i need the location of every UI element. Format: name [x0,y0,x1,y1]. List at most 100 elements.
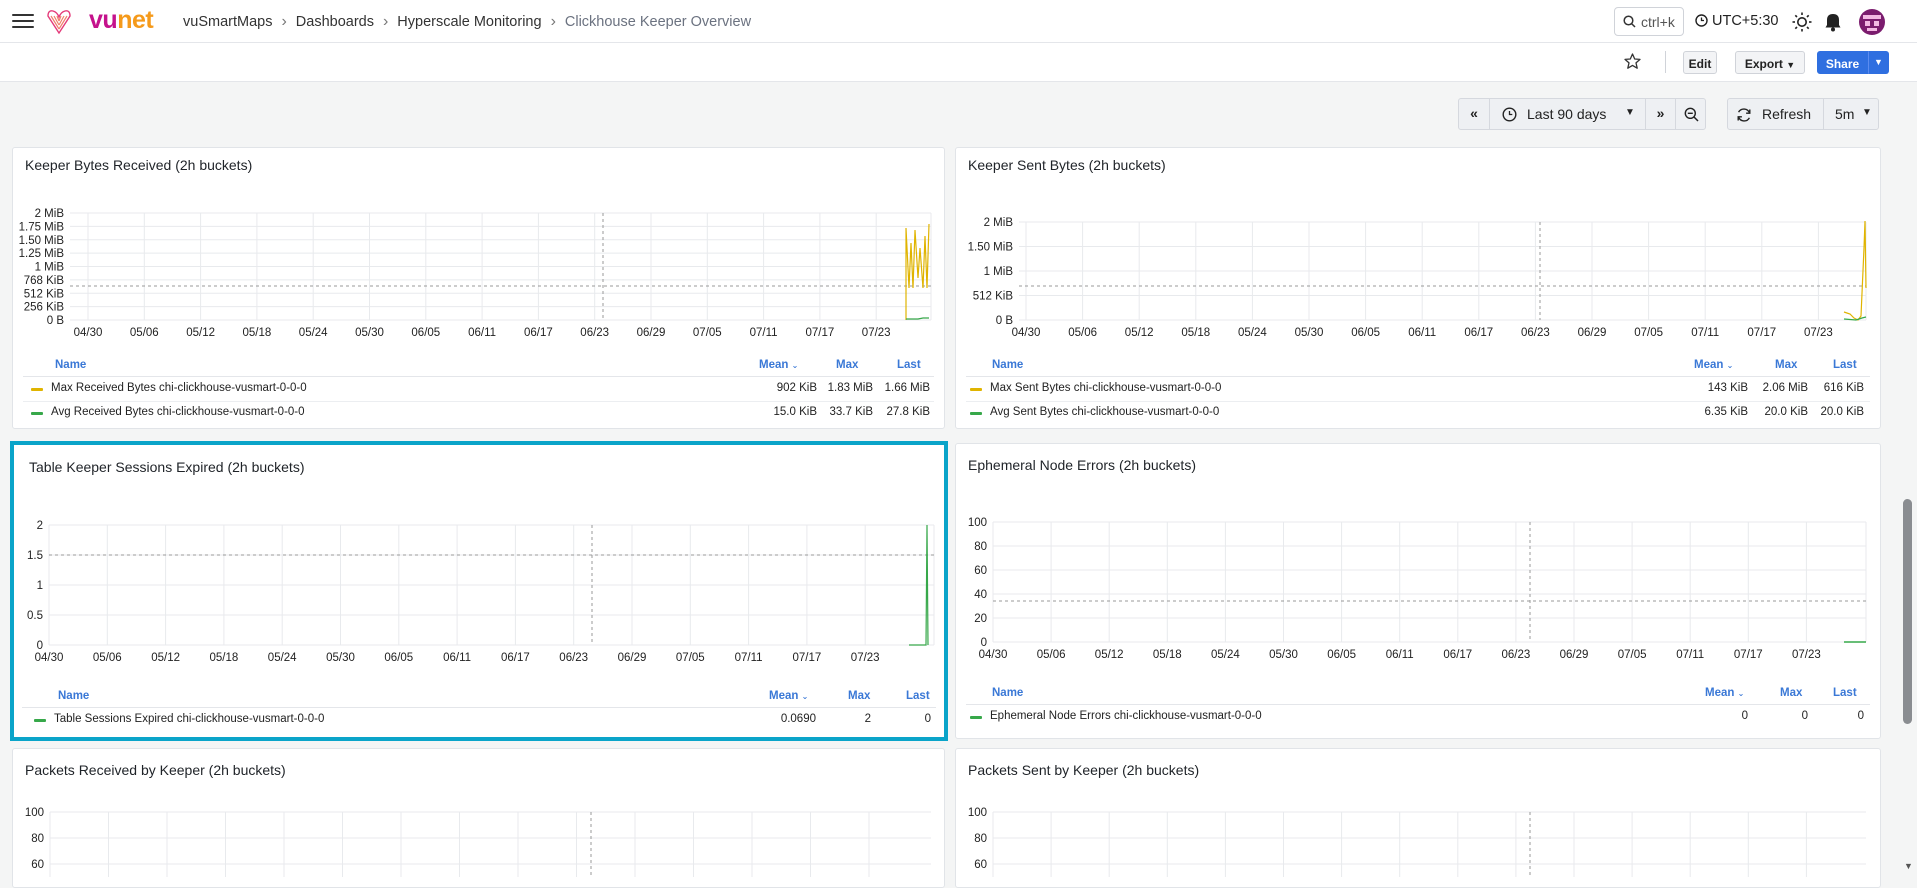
legend-header-last[interactable]: Last [1833,687,1857,699]
panel-keeper-sent-bytes: Keeper Sent Bytes (2h buckets) 2 MiB 1.50… [955,147,1881,429]
x-tick-label: 05/06 [1037,649,1066,661]
series-mean: 15.0 KiB [773,406,817,418]
brand-name: vunet [89,6,154,34]
search-button[interactable]: ctrl+k [1614,7,1684,36]
legend-header-mean[interactable]: Mean ⌄ [769,690,808,702]
y-tick-label: 0 [981,637,987,649]
x-tick-label: 06/11 [468,327,496,339]
refresh-interval-select[interactable]: 5m ▼ [1823,98,1879,130]
y-tick-label: 256 KiB [24,302,65,314]
legend-header-max[interactable]: Max [848,690,870,702]
legend-header-mean[interactable]: Mean ⌄ [759,359,798,371]
legend-header-name[interactable]: Name [55,359,86,371]
edit-button[interactable]: Edit [1683,51,1717,74]
series-mean: 902 KiB [776,382,817,394]
x-tick-label: 06/29 [1578,327,1607,339]
series-max: 2.06 MiB [1762,382,1808,394]
time-range-label: Last 90 days [1527,106,1607,122]
legend-header-last[interactable]: Last [897,359,921,371]
x-tick-label: 06/05 [384,652,413,664]
clock-icon [1695,14,1708,27]
y-tick-label: 100 [968,517,987,529]
theme-sun-icon[interactable] [1792,12,1812,32]
series-name: Avg Sent Bytes chi-clickhouse-vusmart-0-… [990,406,1220,418]
x-tick-label: 05/30 [1269,649,1298,661]
y-tick-label: 1.75 MiB [19,221,65,233]
legend-header-max[interactable]: Max [1780,687,1802,699]
refresh-icon [1737,108,1751,122]
x-tick-label: 07/05 [676,652,705,664]
refresh-button[interactable]: Refresh [1727,98,1824,130]
x-tick-label: 07/05 [1634,327,1663,339]
notification-bell-icon[interactable] [1824,12,1842,32]
panel-ephemeral-node-errors: Ephemeral Node Errors (2h buckets) 100 80… [955,443,1881,739]
legend-header-max[interactable]: Max [1775,359,1797,371]
export-button[interactable]: Export ▼ [1735,51,1805,74]
zoom-out-button[interactable] [1675,98,1706,130]
x-tick-label: 07/11 [750,327,778,339]
legend-header-max[interactable]: Max [836,359,858,371]
top-navbar: vunet vuSmartMaps › Dashboards › Hyperscale … [0,0,1917,43]
star-favorite-icon[interactable] [1624,53,1641,70]
y-tick-label: 40 [974,589,987,601]
legend-header-name[interactable]: Name [58,690,89,702]
chart-ephemeral-node-errors: 100 80 60 40 20 004/30 05/06 05/12 05/18 05/24 05/… [968,517,1867,661]
x-tick-label: 07/17 [793,652,822,664]
sort-chevron-down-icon: ⌄ [791,361,799,370]
legend-divider [23,401,934,402]
y-tick-label: 20 [974,613,987,625]
scroll-down-chevron-icon[interactable]: ▼ [1904,861,1913,871]
x-tick-label: 05/24 [299,327,328,339]
legend-header-last[interactable]: Last [906,690,930,702]
y-tick-label: 1.25 MiB [19,248,65,260]
y-tick-label: 768 KiB [24,275,65,287]
legend-header-mean[interactable]: Mean ⌄ [1705,687,1744,699]
panel-title: Packets Received by Keeper (2h buckets) [25,762,286,778]
hamburger-menu-icon[interactable] [12,14,34,28]
user-avatar[interactable] [1859,9,1885,35]
y-tick-label: 60 [974,859,987,871]
panel-table-keeper-sessions-expired[interactable]: Table Keeper Sessions Expired (2h bucket… [10,441,948,741]
x-tick-label: 06/05 [1327,649,1356,661]
legend-header-mean[interactable]: Mean ⌄ [1694,359,1733,371]
breadcrumb-separator: › [281,13,287,30]
series-name: Max Sent Bytes chi-clickhouse-vusmart-0-… [990,382,1222,394]
y-tick-label: 0 B [996,315,1014,327]
breadcrumb-hyperscale-monitoring[interactable]: Hyperscale Monitoring [397,14,541,30]
y-tick-label: 1.50 MiB [968,242,1014,254]
breadcrumb-vusmartmaps[interactable]: vuSmartMaps [183,14,272,30]
series-swatch [34,719,46,722]
chart-table-keeper-sessions-expired: 2 1.5 1 0.5 004/30 05/06 05/12 05/18 05/24 05/30 0… [27,520,935,664]
chevron-down-icon: ▼ [1862,107,1872,118]
breadcrumb-dashboards[interactable]: Dashboards [296,14,374,30]
legend-header-last[interactable]: Last [1833,359,1857,371]
page-scrollbar[interactable] [1903,499,1912,724]
x-tick-label: 07/05 [693,327,722,339]
time-range-picker[interactable]: Last 90 days ▼ [1489,98,1646,130]
legend-header-name[interactable]: Name [992,687,1023,699]
y-tick-label: 2 MiB [984,217,1014,229]
share-button[interactable]: Share [1817,51,1868,74]
y-tick-label: 0 B [47,315,65,327]
series-max: 1.83 MiB [827,382,873,394]
time-forward-double-chevron-icon[interactable]: » [1645,98,1676,130]
share-options-chevron-down-icon[interactable]: ▼ [1868,51,1889,74]
legend-header-name[interactable]: Name [992,359,1023,371]
series-last: 20.0 KiB [1820,406,1864,418]
series-max: 33.7 KiB [829,406,873,418]
refresh-interval-value: 5m [1835,106,1855,122]
search-icon [1623,15,1636,28]
y-tick-label: 80 [974,541,987,553]
y-tick-label: 1.5 [27,550,43,562]
x-tick-label: 05/30 [1295,327,1324,339]
x-tick-label: 07/23 [851,652,880,664]
series-swatch [31,412,43,415]
y-tick-label: 1 MiB [984,266,1014,278]
timezone-picker[interactable]: UTC+5:30 [1695,13,1779,29]
x-tick-label: 05/18 [1181,327,1210,339]
time-back-double-chevron-icon[interactable]: « [1458,98,1490,130]
y-tick-label: 0.5 [27,610,43,622]
panel-title: Table Keeper Sessions Expired (2h bucket… [29,459,305,475]
chevron-down-icon: ▼ [1786,60,1796,70]
dashboard-toolbar: Edit Export ▼ Share ▼ [0,43,1917,82]
